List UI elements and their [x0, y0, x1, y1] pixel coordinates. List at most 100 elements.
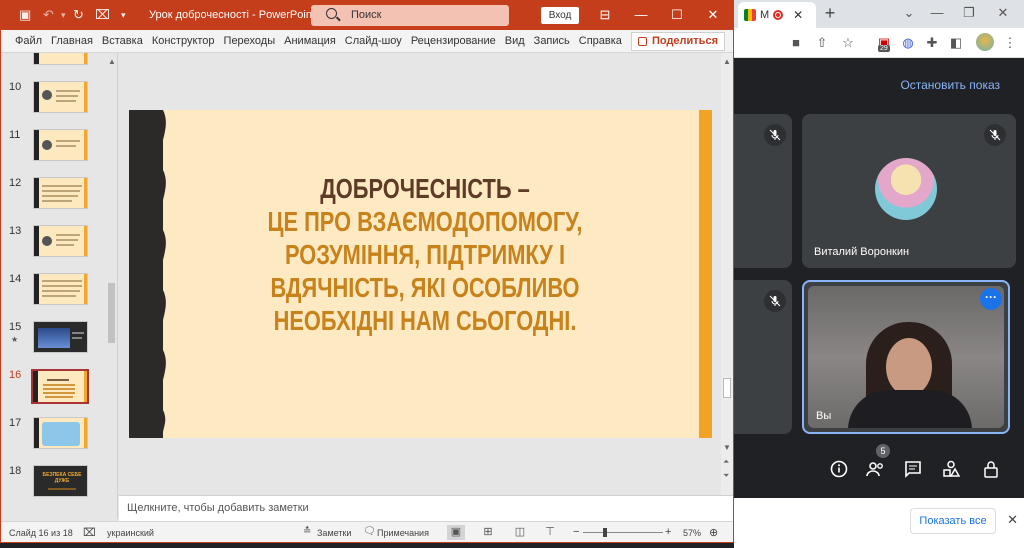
thumb-text — [47, 379, 69, 381]
chrome-minimize-button[interactable]: — — [922, 2, 952, 26]
thumbnail-row[interactable]: 11 — [1, 129, 105, 169]
show-all-button[interactable]: Показать все — [910, 508, 996, 534]
search-input[interactable]: Поиск — [311, 5, 509, 26]
language-indicator[interactable]: украинский — [107, 528, 154, 538]
chrome-close-button[interactable]: ✕ — [988, 2, 1018, 26]
ribbon-display-icon[interactable]: ⊟ — [595, 7, 615, 23]
more-options-button[interactable]: ··· — [980, 288, 1002, 310]
previous-slide-icon[interactable]: ⏶ — [723, 457, 729, 467]
thumb-text — [72, 332, 84, 334]
close-download-bar-icon[interactable]: ✕ — [1007, 512, 1018, 528]
people-icon[interactable] — [864, 458, 886, 480]
slideshow-from-start-icon[interactable]: ⌧ — [95, 7, 110, 23]
thumb-text — [56, 140, 80, 142]
save-icon[interactable]: ▣ — [19, 7, 31, 23]
thumbnail-row[interactable]: 14 — [1, 273, 105, 313]
fit-to-window-icon[interactable]: ⊕ — [709, 526, 718, 539]
zoom-slider[interactable] — [583, 532, 663, 533]
scroll-up-icon[interactable]: ▲ — [723, 57, 731, 66]
thumbnail-row[interactable]: 12 — [1, 177, 105, 217]
notes-pane[interactable]: Щелкните, чтобы добавить заметки — [119, 495, 733, 521]
editor-scrollbar[interactable]: ▲ ▼ ⏶ ⏷ — [721, 53, 733, 495]
slide-thumbnail — [33, 81, 88, 113]
notes-icon[interactable]: ≛ — [303, 526, 311, 537]
new-tab-button[interactable]: + — [820, 4, 840, 24]
zoom-level[interactable]: 57% — [683, 528, 701, 538]
tab-insert[interactable]: Вставка — [102, 35, 143, 47]
mic-off-icon — [984, 124, 1006, 146]
slideshow-view-icon[interactable]: ⊤ — [541, 525, 559, 540]
tab-slideshow[interactable]: Слайд-шоу — [345, 35, 402, 47]
current-slide[interactable]: ДОБРОЧЕСНІСТЬ – ЦЕ ПРО ВЗАЄМОДОПОМОГУ, Р… — [129, 110, 712, 438]
scroll-down-icon[interactable]: ▼ — [723, 443, 731, 452]
extensions-puzzle-icon[interactable]: ✚ — [922, 33, 942, 53]
stop-presenting-button[interactable]: Остановить показ — [900, 78, 1000, 92]
maximize-button[interactable]: ☐ — [667, 7, 687, 23]
share-icon — [637, 37, 647, 46]
chrome-restore-button[interactable]: ❐ — [954, 2, 984, 26]
redo-icon[interactable]: ↻ — [73, 7, 84, 23]
undo-dropdown-icon[interactable]: ▾ — [61, 10, 66, 21]
slide-sorter-icon[interactable]: ⊞ — [479, 525, 497, 540]
tab-record[interactable]: Запись — [534, 35, 570, 47]
login-button[interactable]: Вход — [541, 7, 579, 24]
profile-avatar[interactable] — [976, 33, 994, 51]
zoom-in-icon[interactable]: + — [665, 526, 671, 538]
camera-icon[interactable]: ■ — [786, 33, 806, 53]
undo-icon[interactable]: ↶ — [43, 7, 54, 23]
slide-number: 11 — [9, 129, 21, 141]
mic-off-icon — [764, 124, 786, 146]
info-icon[interactable] — [828, 458, 850, 480]
slide-thumbnail — [33, 129, 88, 161]
bookmark-star-icon[interactable]: ☆ — [838, 33, 858, 53]
host-controls-icon[interactable] — [980, 458, 1002, 480]
slide-wave-decoration — [151, 110, 166, 438]
thumbnail-row[interactable]: 17 — [1, 417, 105, 457]
participant-avatar — [875, 158, 937, 220]
slide-text[interactable]: ДОБРОЧЕСНІСТЬ – ЦЕ ПРО ВЗАЄМОДОПОМОГУ, Р… — [257, 172, 594, 337]
chat-icon[interactable] — [902, 458, 924, 480]
chrome-menu-icon[interactable]: ⋮ — [1000, 33, 1020, 53]
thumbnails-scroll-thumb[interactable] — [108, 283, 115, 343]
tab-file[interactable]: Файл — [15, 35, 42, 47]
comments-button[interactable]: Примечания — [377, 528, 429, 538]
tab-transitions[interactable]: Переходы — [224, 35, 276, 47]
participant-tile-vitaliy[interactable]: Виталий Воронкин — [802, 114, 1016, 268]
search-icon — [326, 8, 337, 19]
customize-toolbar-icon[interactable]: ▾ — [121, 10, 126, 21]
thumbnail-row[interactable]: 15 ★ — [1, 321, 105, 361]
recording-icon — [773, 10, 784, 20]
next-slide-icon[interactable]: ⏷ — [723, 471, 729, 481]
tab-help[interactable]: Справка — [579, 35, 622, 47]
close-tab-icon[interactable]: ✕ — [793, 8, 803, 22]
thumbnail-row-selected[interactable]: 16 — [1, 369, 105, 409]
extension-globe-icon[interactable]: ◍ — [898, 33, 918, 53]
reading-view-icon[interactable]: ◫ — [511, 525, 529, 540]
editor-scroll-thumb[interactable] — [723, 378, 731, 398]
close-button[interactable]: ✕ — [703, 7, 723, 23]
meet-tab[interactable]: M ✕ — [738, 2, 816, 28]
minimize-button[interactable]: — — [631, 7, 651, 22]
side-panel-icon[interactable]: ◧ — [946, 33, 966, 53]
zoom-out-icon[interactable]: − — [573, 526, 579, 538]
share-page-icon[interactable]: ⇧ — [812, 33, 832, 53]
tab-animations[interactable]: Анимация — [284, 35, 336, 47]
notes-button[interactable]: Заметки — [317, 528, 351, 538]
tab-home[interactable]: Главная — [51, 35, 93, 47]
normal-view-icon[interactable]: ▣ — [447, 525, 465, 540]
slide-thumbnail — [33, 177, 88, 209]
tab-view[interactable]: Вид — [505, 35, 525, 47]
thumbnail-row[interactable]: 18 БЕЗПЕКА СЕБЕ ДУЖЕ — [1, 465, 105, 505]
tab-review[interactable]: Рецензирование — [411, 35, 496, 47]
participant-tile-self[interactable]: ··· Вы — [802, 280, 1010, 434]
share-button[interactable]: Поделиться — [630, 32, 725, 51]
scroll-up-icon[interactable]: ▲ — [108, 57, 116, 66]
activities-icon[interactable] — [940, 458, 962, 480]
zoom-slider-knob[interactable] — [603, 528, 607, 537]
tab-design[interactable]: Конструктор — [152, 35, 215, 47]
accessibility-icon[interactable]: ⌧ — [83, 526, 96, 539]
comments-icon[interactable]: 🗨 — [363, 526, 376, 537]
thumbnail-row[interactable]: 13 — [1, 225, 105, 265]
chrome-chevron-icon[interactable]: ⌄ — [894, 2, 924, 26]
thumbnail-row[interactable]: 10 — [1, 81, 105, 121]
